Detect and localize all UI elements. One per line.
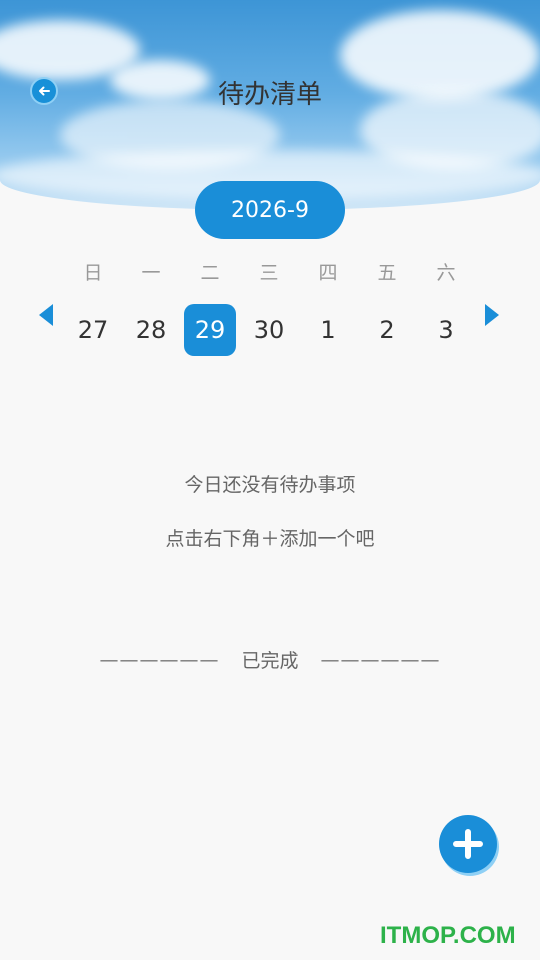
empty-state-hint: 点击右下角＋添加一个吧 bbox=[165, 528, 375, 550]
divider-dashes-left: —————— bbox=[99, 648, 220, 671]
weekday-label: 二 bbox=[200, 262, 220, 284]
weekday-row: 日 一 二 三 四 五 六 bbox=[0, 258, 540, 284]
weekday-label: 六 bbox=[436, 262, 456, 284]
month-selector-button[interactable]: 2026-9 bbox=[195, 181, 345, 239]
day-cell-selected[interactable]: 29 bbox=[184, 304, 236, 356]
day-cell[interactable]: 28 bbox=[125, 304, 177, 356]
divider-dashes-right: —————— bbox=[320, 648, 441, 671]
weekday-label: 三 bbox=[259, 262, 279, 284]
completed-section-divider: —————— 已完成 —————— bbox=[0, 646, 540, 673]
page-title: 待办清单 bbox=[217, 80, 322, 110]
weekday-label: 五 bbox=[377, 262, 397, 284]
day-cell[interactable]: 27 bbox=[67, 304, 119, 356]
watermark-logo: ITMOP.COM bbox=[380, 922, 516, 949]
weekday-label: 日 bbox=[83, 262, 103, 284]
weekday-label: 一 bbox=[141, 262, 161, 284]
next-week-button[interactable] bbox=[482, 303, 506, 327]
day-cell[interactable]: 1 bbox=[302, 304, 354, 356]
add-todo-button[interactable] bbox=[439, 815, 497, 873]
day-row: 27 28 29 30 1 2 3 bbox=[0, 304, 540, 356]
day-cell[interactable]: 3 bbox=[420, 304, 472, 356]
plus-icon bbox=[453, 829, 483, 859]
weekday-label: 四 bbox=[318, 262, 338, 284]
completed-label: 已完成 bbox=[241, 650, 299, 672]
empty-state-message: 今日还没有待办事项 bbox=[184, 474, 356, 496]
day-cell[interactable]: 2 bbox=[361, 304, 413, 356]
day-cell[interactable]: 30 bbox=[243, 304, 295, 356]
triangle-right-icon bbox=[485, 304, 499, 326]
